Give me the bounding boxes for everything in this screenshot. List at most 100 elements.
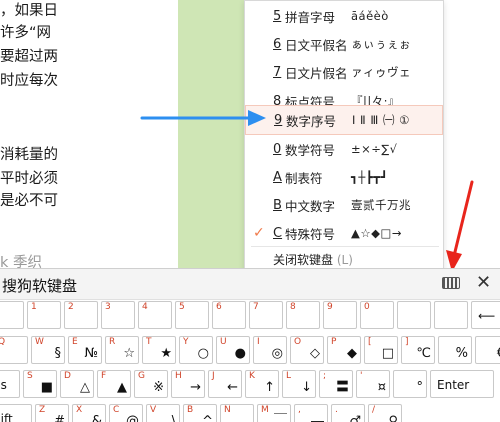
keyboard-key[interactable]: K ↑ [245,370,279,398]
keyboard-key[interactable]: [□ [364,336,398,364]
menu-item-hiragana[interactable]: 6 日文平假名 ぁぃぅぇぉ [245,29,443,59]
page-background [444,0,500,268]
key-letter: J [212,371,215,381]
keyboard-key[interactable]: hift [0,404,32,422]
keyboard-key[interactable]: Enter [430,370,494,398]
key-letter: . [335,405,338,415]
key-letter: 6 [216,302,222,312]
key-letter: D [64,371,71,381]
keyboard-key[interactable]: P ◆ [327,336,361,364]
keyboard-key[interactable]: 4 [138,301,172,329]
key-letter: K [249,371,255,381]
keyboard-key[interactable]: ] ℃ [401,336,435,364]
keyboard-key[interactable]: ⟵ [471,301,500,329]
keyboard-key[interactable]: J ← [208,370,242,398]
keyboard-key[interactable]: E № [68,336,102,364]
key-letter: I [257,337,260,347]
keyboard-key[interactable]: ps [0,370,20,398]
keyboard-key[interactable]: ; 〓 [319,370,353,398]
key-symbol: § [54,346,62,361]
menu-divider [251,246,439,247]
keyboard-key[interactable] [397,301,431,329]
menu-hotkey: A [273,169,282,185]
menu-item-special-symbols[interactable]: ✓ C 特殊符号 ▲☆◆□→ [245,218,443,248]
keyboard-key[interactable]: Z # [35,404,69,422]
key-symbol: % [455,346,468,361]
key-letter: V [150,405,157,415]
key-letter: T [146,337,152,347]
menu-item-box-drawing[interactable]: A 制表符 ┓┼┣┳┛ [245,162,443,192]
keyboard-key[interactable]: W § [31,336,65,364]
menu-item-math-symbols[interactable]: 0 数学符号 ±×÷∑√ [245,134,443,164]
menu-label: 特殊符号 [285,226,336,242]
keyboard-key[interactable]: G ※ [134,370,168,398]
keyboard-key[interactable]: 9 [323,301,357,329]
keyboard-key[interactable]: / ♀ [368,404,402,422]
article-line: ，如果日 [0,3,58,19]
key-symbol: △ [80,380,90,395]
keyboard-key[interactable]: 1 [0,301,24,329]
menu-sample: āáěèò [351,9,389,23]
key-symbol: № [84,346,98,361]
menu-sample: Ⅰ Ⅱ Ⅲ ㈠ ① [352,113,410,127]
menu-item-katakana[interactable]: 7 日文片假名 ァィゥヴェ [245,57,443,87]
key-letter: U [220,337,227,347]
key-letter: 8 [290,302,296,312]
keyboard-key[interactable]: 1 [27,301,61,329]
keyboard-key[interactable]: 6 [212,301,246,329]
close-icon[interactable]: ✕ [476,272,491,293]
keyboard-key[interactable]: ° [393,370,427,398]
keyboard-key[interactable]: O ◇ [290,336,324,364]
keyboard-key[interactable]: C @ [109,404,143,422]
keyboard-key[interactable]: I ◎ [253,336,287,364]
keyboard-key[interactable]: . ♂ [331,404,365,422]
keyboard-icon[interactable] [442,277,460,289]
keyboard-key[interactable]: Y ○ [179,336,213,364]
menu-label: 拼音字母 [285,9,336,25]
menu-item-chinese-numerals[interactable]: B 中文数字 壹贰千万兆 [245,190,443,220]
keyboard-key[interactable]: 3 [101,301,135,329]
keyboard-key[interactable]: 2 [64,301,98,329]
keyboard-key[interactable]: 7 [249,301,283,329]
keyboard-key[interactable]: 0 [360,301,394,329]
menu-label: 日文片假名 [285,65,348,81]
keyboard-key[interactable]: , ― [294,404,328,422]
menu-item-numeric-serial[interactable]: 9 数字序号 Ⅰ Ⅱ Ⅲ ㈠ ① [245,105,443,135]
key-letter: 7 [253,302,259,312]
key-symbol: ● [234,346,246,361]
key-letter: [ [368,337,372,347]
keyboard-key[interactable]: V \ [146,404,180,422]
keyboard-key[interactable]: € [475,336,500,364]
menu-item-close-keyboard[interactable]: 关闭软键盘 (L) [273,251,353,268]
keyboard-key[interactable] [434,301,468,329]
keyboard-key[interactable]: S ■ [23,370,57,398]
key-symbol: ↓ [301,380,312,395]
keyboard-key[interactable]: 8 [286,301,320,329]
keyboard-key[interactable]: H → [171,370,205,398]
menu-label: 数字序号 [286,113,337,129]
keyboard-key[interactable]: R ☆ [105,336,139,364]
keyboard-key[interactable]: B ^ [183,404,217,422]
keyboard-key[interactable]: ' ¤ [356,370,390,398]
menu-item-pinyin[interactable]: 5 拼音字母 āáěèò [245,1,443,31]
article-line: 要超过两 [0,49,58,65]
keyboard-key[interactable]: 5 [175,301,209,329]
green-sidebar-panel [178,0,244,268]
key-letter: 1 [31,302,37,312]
keyboard-key[interactable]: U ● [216,336,250,364]
keyboard-key[interactable]: % [438,336,472,364]
keyboard-key[interactable]: M ￣ [257,404,291,422]
keyboard-key[interactable]: Q [0,336,28,364]
keyboard-key[interactable]: F ▲ [97,370,131,398]
key-symbol: Enter [437,378,470,392]
keyboard-key[interactable]: N _ [220,404,254,422]
keyboard-key[interactable]: D △ [60,370,94,398]
key-letter: S [27,371,33,381]
key-symbol: ♂ [349,414,361,422]
keyboard-key[interactable]: X & [72,404,106,422]
key-symbol: ^ [202,414,213,422]
keyboard-key[interactable]: T ★ [142,336,176,364]
menu-label: 日文平假名 [285,37,348,53]
key-symbol: ■ [40,380,53,395]
keyboard-key[interactable]: L ↓ [282,370,316,398]
